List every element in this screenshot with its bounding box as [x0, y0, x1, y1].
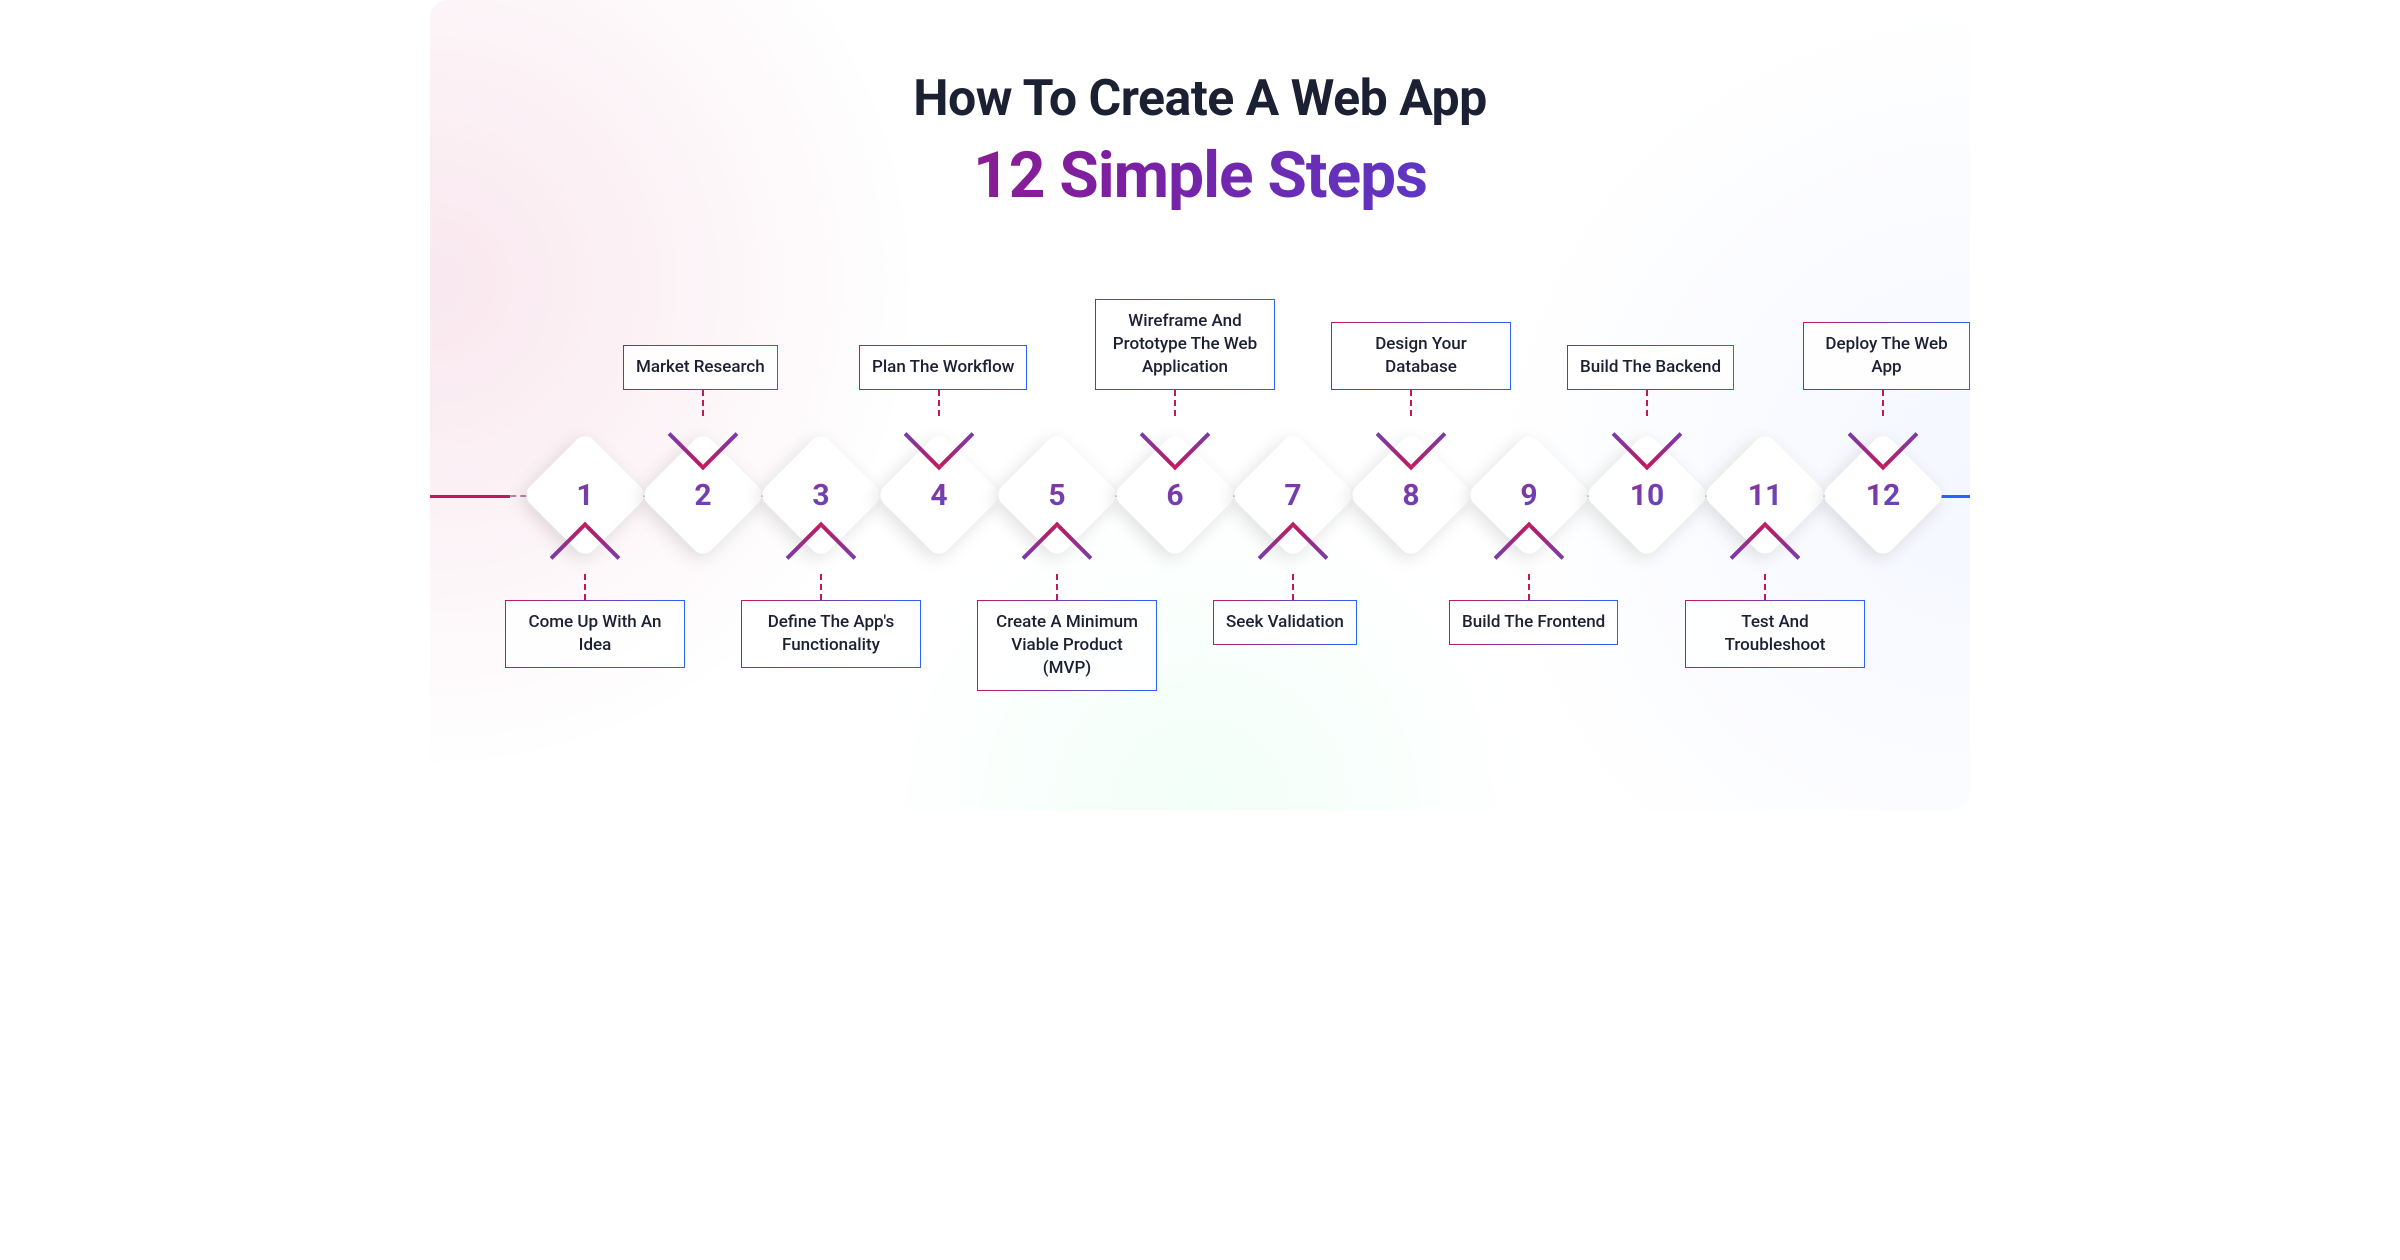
step-label-6: Wireframe And Prototype The Web Applicat…: [1095, 299, 1275, 390]
connector-stem: [702, 390, 704, 416]
title-line1: How To Create A Web App: [430, 70, 1970, 128]
connector-stem: [1528, 574, 1530, 600]
connector-stem: [820, 574, 822, 600]
step-label-4: Plan The Workflow: [859, 345, 1027, 390]
step-label-8: Design Your Database: [1331, 322, 1511, 390]
connector-stem: [584, 574, 586, 600]
connector-stem: [1764, 574, 1766, 600]
step-label-7: Seek Validation: [1213, 600, 1357, 645]
connector-stem: [1056, 574, 1058, 600]
connector-stem: [1410, 390, 1412, 416]
connector-stem: [1646, 390, 1648, 416]
step-label-11: Test And Troubleshoot: [1685, 600, 1865, 668]
step-label-3: Define The App's Functionality: [741, 600, 921, 668]
step-label-12: Deploy The Web App: [1803, 322, 1970, 390]
connector-stem: [1882, 390, 1884, 416]
connector-stem: [1174, 390, 1176, 416]
infographic-canvas: How To Create A Web App 12 Simple Steps …: [430, 0, 1970, 810]
step-label-10: Build The Backend: [1567, 345, 1734, 390]
step-label-5: Create A Minimum Viable Product (MVP): [977, 600, 1157, 691]
step-label-1: Come Up With An Idea: [505, 600, 685, 668]
step-label-9: Build The Frontend: [1449, 600, 1618, 645]
title-line2: 12 Simple Steps: [430, 138, 1970, 213]
step-label-2: Market Research: [623, 345, 778, 390]
connector-stem: [1292, 574, 1294, 600]
title-block: How To Create A Web App 12 Simple Steps: [430, 70, 1970, 213]
connector-stem: [938, 390, 940, 416]
step-nodes-container: 123456789101112: [430, 450, 1970, 550]
